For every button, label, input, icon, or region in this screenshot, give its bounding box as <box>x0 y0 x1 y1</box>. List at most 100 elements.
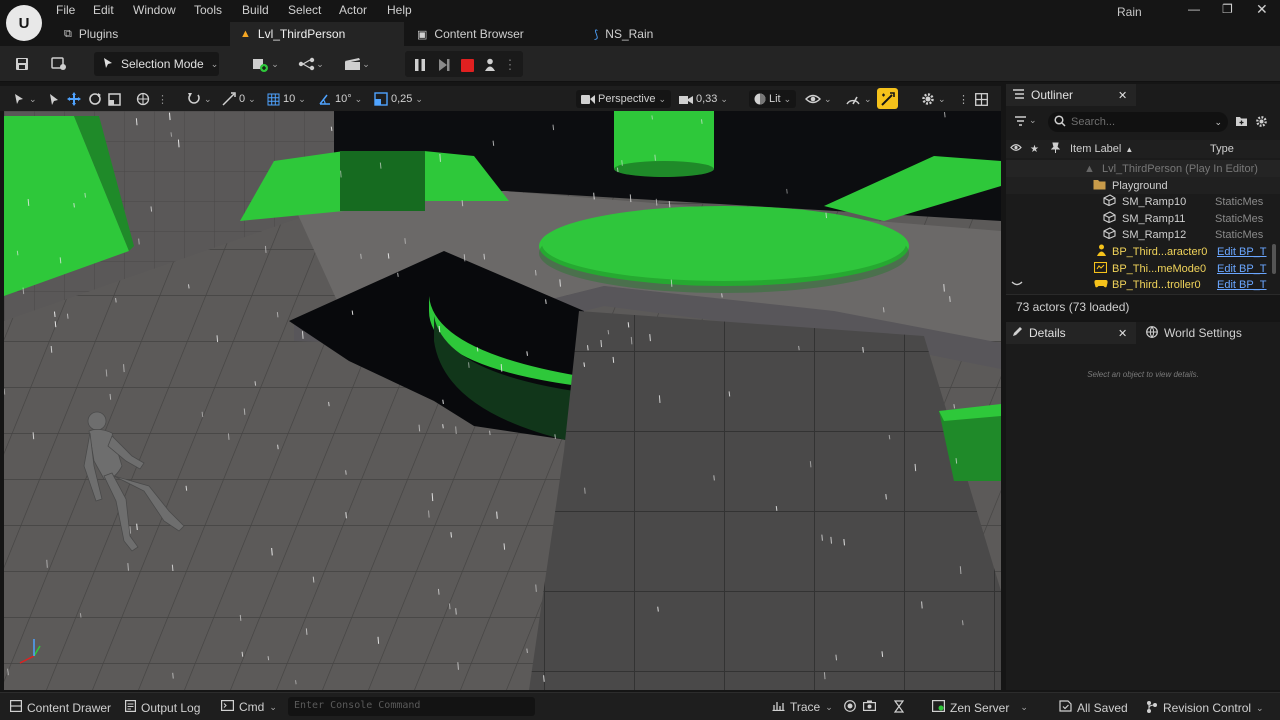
play-options-icon[interactable]: ⋮ <box>504 54 517 76</box>
world-settings-label: World Settings <box>1164 326 1242 340</box>
camera-speed[interactable]: 0,33 ⌄ <box>679 90 728 108</box>
outliner-row-actor[interactable]: SM_Ramp10 StaticMes <box>1006 193 1280 210</box>
menu-edit[interactable]: Edit <box>93 3 114 17</box>
rotation-snap[interactable]: 10° ⌄ <box>318 90 362 108</box>
translate-tool-icon[interactable] <box>67 90 81 108</box>
visibility-eye-icon[interactable] <box>1011 279 1023 291</box>
row-label: Playground <box>1112 179 1168 192</box>
tab-ns-rain[interactable]: ⟆ NS_Rain <box>584 22 663 46</box>
search-placeholder: Search... <box>1071 116 1116 128</box>
outliner-tab[interactable]: Outliner ✕ <box>1006 84 1136 106</box>
console-command-input[interactable]: Enter Console Command <box>288 697 535 716</box>
item-label-column-header[interactable]: Item Label ▲ <box>1070 143 1133 155</box>
viewport-settings-gear-icon[interactable]: ⌄ <box>921 90 946 108</box>
trace-dropdown[interactable]: Trace ⌄ <box>772 700 833 714</box>
menu-window[interactable]: Window <box>133 3 176 17</box>
output-log-button[interactable]: Output Log <box>125 700 200 715</box>
world-coordinate-icon[interactable] <box>136 90 150 108</box>
tab-plugins[interactable]: ⧉ Plugins <box>54 22 128 46</box>
menu-select[interactable]: Select <box>288 3 321 17</box>
favorite-star-icon[interactable]: ★ <box>1030 144 1039 155</box>
pin-icon[interactable] <box>1050 142 1061 157</box>
outliner-row-actor[interactable]: BP_Thi...meMode0 Edit BP_T <box>1006 260 1280 277</box>
cinematics-button[interactable]: ⌄ <box>340 53 374 75</box>
menu-bar: U File Edit Window Tools Build Select Ac… <box>0 0 1280 41</box>
scale-snap[interactable]: 0,25 ⌄ <box>374 90 423 108</box>
revision-control-dropdown[interactable]: Revision Control ⌄ <box>1146 700 1264 716</box>
scale-tool-icon[interactable] <box>108 90 121 108</box>
all-saved-button[interactable]: All Saved <box>1059 700 1128 715</box>
outliner-row-actor[interactable]: SM_Ramp12 StaticMes <box>1006 226 1280 243</box>
tab-label: Lvl_ThirdPerson <box>257 27 346 41</box>
performance-scalability-icon[interactable]: ⌄ <box>845 90 872 108</box>
close-tab-icon[interactable]: ✕ <box>1118 89 1127 102</box>
outliner-settings-gear-icon[interactable] <box>1255 115 1268 131</box>
row-label: SM_Ramp12 <box>1122 228 1187 241</box>
blueprints-button[interactable]: ⌄ <box>294 53 328 75</box>
translate-snap[interactable]: 0 ⌄ <box>222 90 256 108</box>
outliner-row-level[interactable]: ▲ Lvl_ThirdPerson (Play In Editor) <box>1006 160 1280 177</box>
close-tab-icon[interactable]: ✕ <box>1118 327 1127 340</box>
main-toolbar: Selection Mode ⌄ ⌄ ⌄ ⌄ ⋮ <box>0 46 1280 82</box>
perspective-dropdown[interactable]: Perspective ⌄ <box>576 90 672 108</box>
outliner-search-input[interactable]: Search... ⌄ <box>1048 112 1228 132</box>
select-tool-icon[interactable] <box>48 90 60 108</box>
menu-file[interactable]: File <box>56 3 75 17</box>
outliner-header: ★ Item Label ▲ Type <box>1006 140 1280 158</box>
hourglass-icon[interactable] <box>894 700 904 713</box>
frame-skip-icon[interactable] <box>435 54 453 76</box>
world-settings-tab[interactable]: World Settings <box>1144 322 1242 344</box>
visibility-eye-icon[interactable] <box>1010 143 1022 155</box>
type-column-header[interactable]: Type <box>1210 143 1234 155</box>
content-drawer-button[interactable]: Content Drawer <box>10 700 111 715</box>
outliner-row-folder[interactable]: Playground <box>1006 177 1280 194</box>
unreal-logo-icon[interactable]: U <box>6 5 42 41</box>
menu-help[interactable]: Help <box>387 3 412 17</box>
add-folder-icon[interactable] <box>1235 115 1248 130</box>
tab-level[interactable]: ▲ Lvl_ThirdPerson <box>230 22 404 46</box>
outliner-row-actor[interactable]: BP_Third...troller0 Edit BP_T <box>1006 276 1280 293</box>
viewport-options-icon[interactable]: ⋮ <box>958 90 969 108</box>
zen-server-dropdown[interactable]: Zen Server ⌄ <box>932 700 1028 715</box>
screenshot-camera-icon[interactable] <box>863 700 876 711</box>
selection-mode-dropdown[interactable]: Selection Mode ⌄ <box>94 52 219 76</box>
show-flags-eye-icon[interactable]: ⌄ <box>805 90 832 108</box>
close-window-icon[interactable]: ✕ <box>1256 1 1268 18</box>
lit-dropdown[interactable]: Lit ⌄ <box>749 90 797 108</box>
rotate-tool-icon[interactable] <box>88 90 102 108</box>
menu-actor[interactable]: Actor <box>339 3 367 17</box>
stop-icon[interactable] <box>458 54 476 76</box>
saved-check-icon <box>1059 700 1072 715</box>
toolbar-options-icon[interactable]: ⋮ <box>157 90 168 108</box>
tab-content-browser[interactable]: ▣ Content Browser <box>407 22 534 46</box>
details-tab[interactable]: Details ✕ <box>1006 322 1136 344</box>
save-icon[interactable] <box>12 53 32 75</box>
globe-icon <box>1146 325 1158 341</box>
pause-icon[interactable] <box>411 54 429 76</box>
level-viewport[interactable] <box>4 111 1001 690</box>
surface-snapping-icon[interactable]: ⌄ <box>187 90 212 108</box>
details-panel: Details ✕ World Settings Select an objec… <box>1006 322 1280 690</box>
edit-blueprint-link[interactable]: Edit BP_T <box>1217 263 1267 275</box>
menu-tools[interactable]: Tools <box>194 3 222 17</box>
viewport-layout-icon[interactable] <box>975 90 988 108</box>
edit-blueprint-link[interactable]: Edit BP_T <box>1217 279 1267 291</box>
select-mode-menu-icon[interactable]: ⌄ <box>12 90 37 108</box>
eject-possess-icon[interactable] <box>481 54 499 76</box>
minimize-icon[interactable]: — <box>1188 2 1200 16</box>
outliner-scrollbar[interactable] <box>1272 244 1276 274</box>
outliner-row-actor[interactable]: SM_Ramp11 StaticMes <box>1006 210 1280 227</box>
add-actor-button[interactable]: ⌄ <box>248 53 282 75</box>
outliner-row-actor[interactable]: BP_Third...aracter0 Edit BP_T <box>1006 243 1280 260</box>
record-trace-icon[interactable] <box>844 700 856 712</box>
filter-icon[interactable]: ⌄ <box>1014 115 1037 127</box>
edit-blueprint-link[interactable]: Edit BP_T <box>1217 246 1267 258</box>
menu-build[interactable]: Build <box>242 3 269 17</box>
cmd-dropdown[interactable]: Cmd ⌄ <box>221 700 277 714</box>
content-drawer-label: Content Drawer <box>27 700 112 715</box>
maximize-icon[interactable]: ❐ <box>1222 2 1233 16</box>
realtime-toggle-icon[interactable] <box>877 88 898 109</box>
source-control-icon[interactable] <box>48 53 70 75</box>
level-warning-icon: ▲ <box>240 28 251 40</box>
grid-snap[interactable]: 10 ⌄ <box>267 90 306 108</box>
